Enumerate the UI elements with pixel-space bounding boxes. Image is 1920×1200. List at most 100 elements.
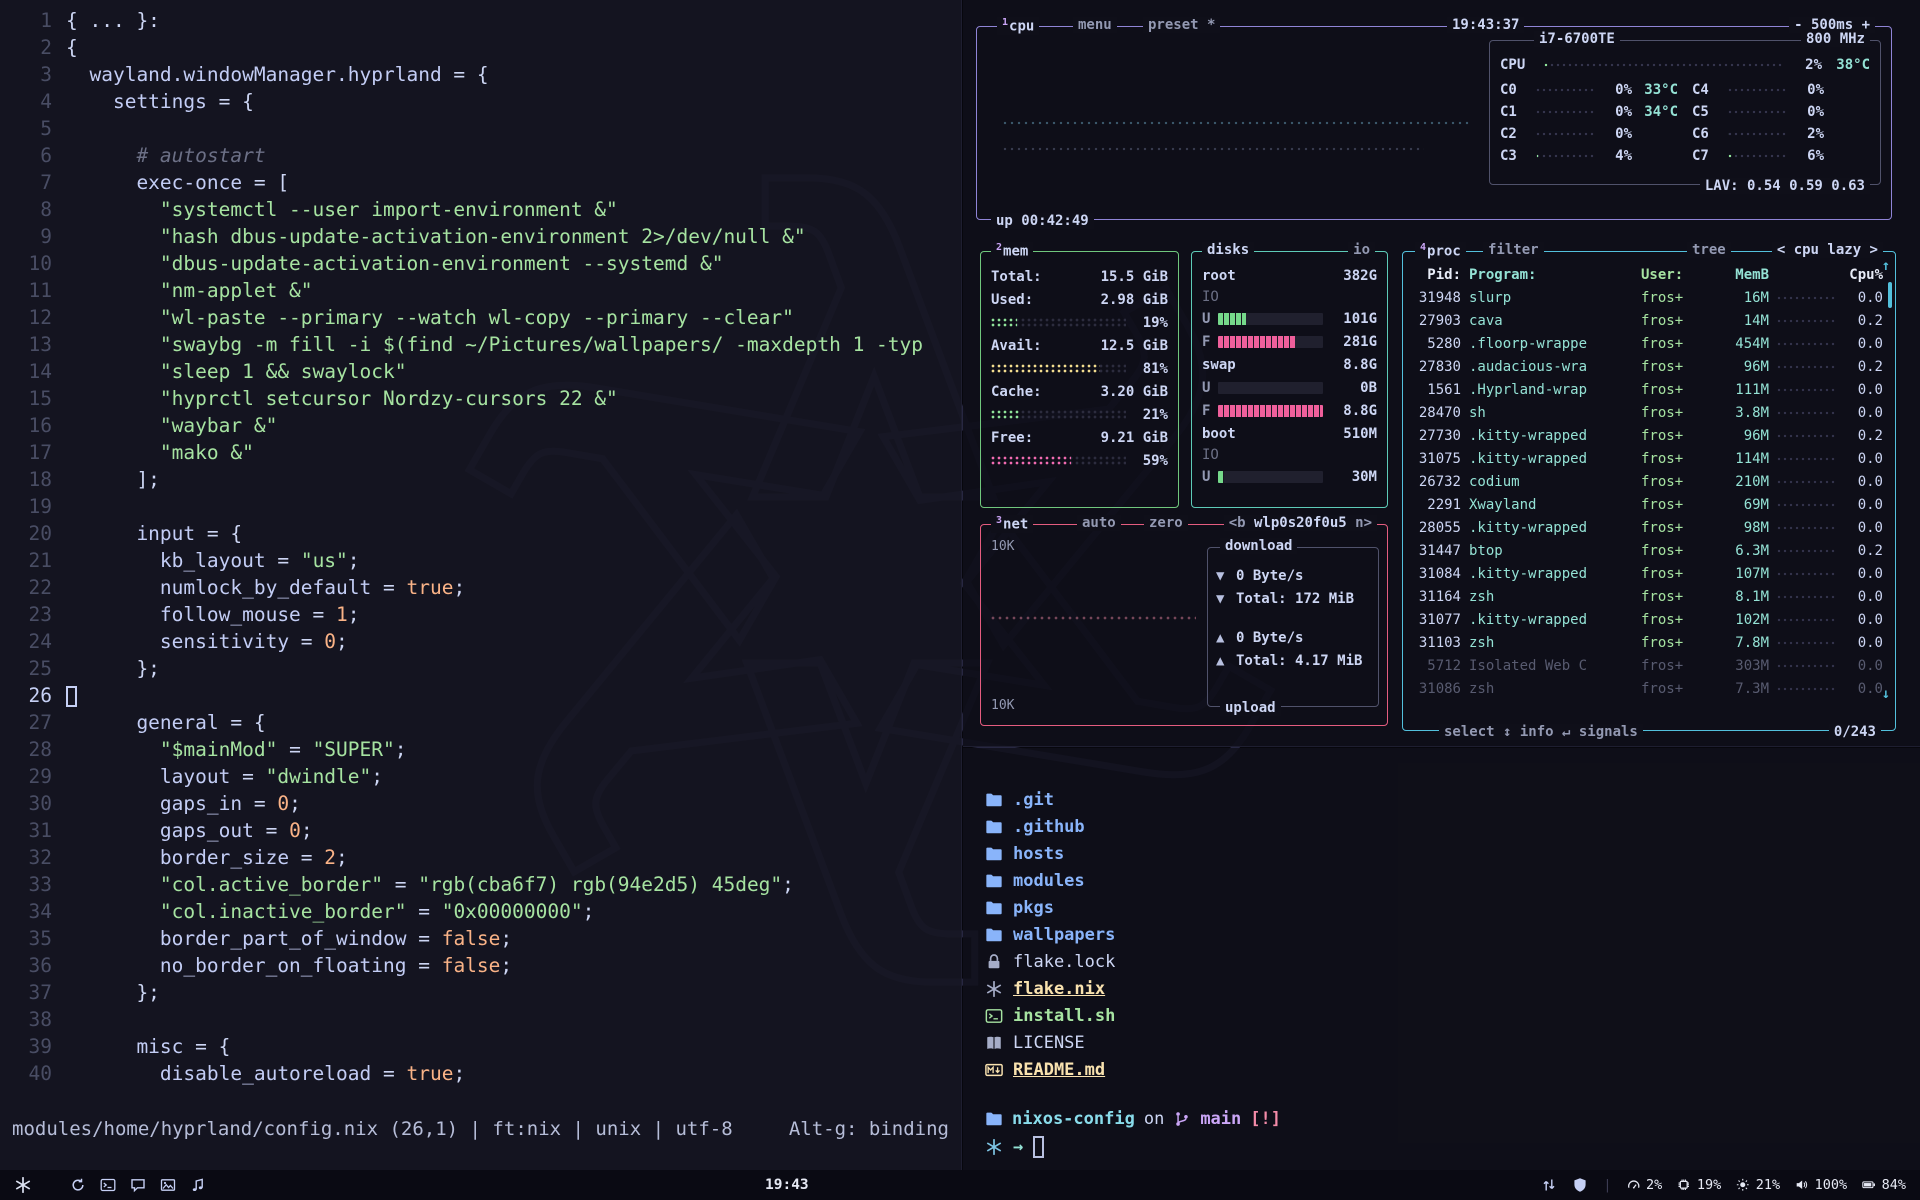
editor-line[interactable]: 11 "nm-applet &" [12,277,961,304]
editor-line[interactable]: 17 "mako &" [12,439,961,466]
editor-line[interactable]: 20 input = { [12,520,961,547]
process-row[interactable]: 27903cavafros+14M0.2 [1415,309,1883,332]
editor-line[interactable]: 23 follow_mouse = 1; [12,601,961,628]
editor-line[interactable]: 32 border_size = 2; [12,844,961,871]
process-row[interactable]: 31084.kitty-wrappedfros+107M0.0 [1415,562,1883,585]
process-row[interactable]: 31075.kitty-wrappedfros+114M0.0 [1415,447,1883,470]
disks-io-toggle[interactable]: io [1348,242,1375,258]
editor-line[interactable]: 19 [12,493,961,520]
menu-button[interactable]: menu [1073,17,1117,33]
scroll-down-indicator[interactable]: ↓ [1882,686,1890,702]
editor-line[interactable]: 22 numlock_by_default = true; [12,574,961,601]
proc-column-header[interactable]: Cpu% [1843,267,1883,283]
process-row[interactable]: 31164zshfros+8.1M0.0 [1415,585,1883,608]
net-auto-toggle[interactable]: auto [1077,515,1121,531]
process-row[interactable]: 31948slurpfros+16M0.0 [1415,286,1883,309]
editor-line[interactable]: 8 "systemctl --user import-environment &… [12,196,961,223]
reload-button[interactable] [70,1177,86,1193]
editor-line[interactable]: 18 ]; [12,466,961,493]
terminal-button[interactable] [100,1177,116,1193]
process-row[interactable]: 31077.kitty-wrappedfros+102M0.0 [1415,608,1883,631]
process-row[interactable]: 31103zshfros+7.8M0.0 [1415,631,1883,654]
editor-pane[interactable]: 1{ ... }:2{3 wayland.windowManager.hyprl… [0,0,962,1170]
editor-line[interactable]: 28 "$mainMod" = "SUPER"; [12,736,961,763]
clock-module[interactable]: 19:43 [758,1177,809,1193]
editor-line[interactable]: 3 wayland.windowManager.hyprland = { [12,61,961,88]
editor-line[interactable]: 4 settings = { [12,88,961,115]
battery-module[interactable]: 84% [1862,1177,1906,1193]
nix-button[interactable] [14,1176,32,1194]
cpu-usage-module[interactable]: 2% [1627,1177,1663,1193]
security-tray-icon[interactable] [1572,1177,1588,1193]
editor-line[interactable]: 7 exec-once = [ [12,169,961,196]
volume-module[interactable]: 100% [1795,1177,1847,1193]
editor-line[interactable]: 2{ [12,34,961,61]
proc-key-hints[interactable]: select ↕ info ↵ signals [1439,724,1643,740]
process-row[interactable]: 28470shfros+3.8M0.0 [1415,401,1883,424]
proc-column-header[interactable]: Pid: [1415,267,1461,283]
brightness-module[interactable]: 21% [1736,1177,1780,1193]
cpu-box-title: 1cpu [997,17,1039,35]
process-row[interactable]: 5712Isolated Web Cfros+303M0.0 [1415,654,1883,677]
editor-buffer[interactable]: 1{ ... }:2{3 wayland.windowManager.hyprl… [0,0,961,1087]
editor-line[interactable]: 9 "hash dbus-update-activation-environme… [12,223,961,250]
proc-tree-toggle[interactable]: tree [1687,242,1731,258]
editor-line[interactable]: 37 }; [12,979,961,1006]
proc-sort-selector[interactable]: < cpu lazy > [1772,242,1883,258]
process-memory: 7.3M [1713,681,1769,697]
proc-scrollbar-thumb[interactable] [1888,282,1892,308]
shell-input-line[interactable]: → [985,1136,1920,1158]
next-interface-hint[interactable]: n> [1355,515,1372,531]
proc-column-header[interactable]: MemB [1713,267,1769,283]
editor-line[interactable]: 39 misc = { [12,1033,961,1060]
editor-line[interactable]: 6 # autostart [12,142,961,169]
editor-line[interactable]: 34 "col.inactive_border" = "0x00000000"; [12,898,961,925]
process-table-header[interactable]: Pid: Program: User: MemB Cpu% [1415,264,1883,286]
editor-line[interactable]: 30 gaps_in = 0; [12,790,961,817]
process-row[interactable]: 27730.kitty-wrappedfros+96M0.2 [1415,424,1883,447]
editor-line[interactable]: 25 }; [12,655,961,682]
editor-line[interactable]: 33 "col.active_border" = "rgb(cba6f7) rg… [12,871,961,898]
dot-leader [1777,456,1835,462]
editor-line[interactable]: 5 [12,115,961,142]
editor-line[interactable]: 35 border_part_of_window = false; [12,925,961,952]
preset-button[interactable]: preset * [1143,17,1220,33]
image-button[interactable] [160,1177,176,1193]
editor-line[interactable]: 12 "wl-paste --primary --watch wl-copy -… [12,304,961,331]
process-row[interactable]: 31447btopfros+6.3M0.2 [1415,539,1883,562]
editor-line[interactable]: 26 [12,682,961,709]
editor-line[interactable]: 40 disable_autoreload = true; [12,1060,961,1087]
process-row[interactable]: 5280.floorp-wrappefros+454M0.0 [1415,332,1883,355]
editor-line[interactable]: 38 [12,1006,961,1033]
editor-line[interactable]: 15 "hyprctl setcursor Nordzy-cursors 22 … [12,385,961,412]
process-row[interactable]: 2291Xwaylandfros+69M0.0 [1415,493,1883,516]
editor-line[interactable]: 16 "waybar &" [12,412,961,439]
editor-line[interactable]: 10 "dbus-update-activation-environment -… [12,250,961,277]
process-row[interactable]: 26732codiumfros+210M0.0 [1415,470,1883,493]
prev-interface-hint[interactable]: <b [1229,515,1246,531]
editor-line[interactable]: 14 "sleep 1 && swaylock" [12,358,961,385]
chat-button[interactable] [130,1177,146,1193]
scroll-up-indicator[interactable]: ↑ [1882,258,1890,274]
editor-line[interactable]: 36 no_border_on_floating = false; [12,952,961,979]
music-button[interactable] [190,1177,206,1193]
net-interface-selector[interactable]: <b wlp0s20f0u5 n> [1224,515,1377,531]
proc-column-header[interactable]: Program: [1469,267,1633,283]
updates-tray-icon[interactable] [1541,1177,1557,1193]
editor-line[interactable]: 24 sensitivity = 0; [12,628,961,655]
process-row[interactable]: 1561.Hyprland-wrapfros+111M0.0 [1415,378,1883,401]
net-zero-toggle[interactable]: zero [1144,515,1188,531]
process-row[interactable]: 31086zshfros+7.3M0.0 [1415,677,1883,700]
terminal-pane[interactable]: .git.githubhostsmodulespkgswallpapersfla… [963,748,1920,1170]
proc-column-header[interactable]: User: [1641,267,1705,283]
process-row[interactable]: 27830.audacious-wrafros+96M0.2 [1415,355,1883,378]
editor-line[interactable]: 13 "swaybg -m fill -i $(find ~/Pictures/… [12,331,961,358]
editor-line[interactable]: 31 gaps_out = 0; [12,817,961,844]
editor-line[interactable]: 27 general = { [12,709,961,736]
editor-line[interactable]: 29 layout = "dwindle"; [12,763,961,790]
editor-line[interactable]: 1{ ... }: [12,7,961,34]
proc-filter-button[interactable]: filter [1483,242,1544,258]
process-row[interactable]: 28055.kitty-wrappedfros+98M0.0 [1415,516,1883,539]
editor-line[interactable]: 21 kb_layout = "us"; [12,547,961,574]
memory-module[interactable]: 19% [1677,1177,1721,1193]
